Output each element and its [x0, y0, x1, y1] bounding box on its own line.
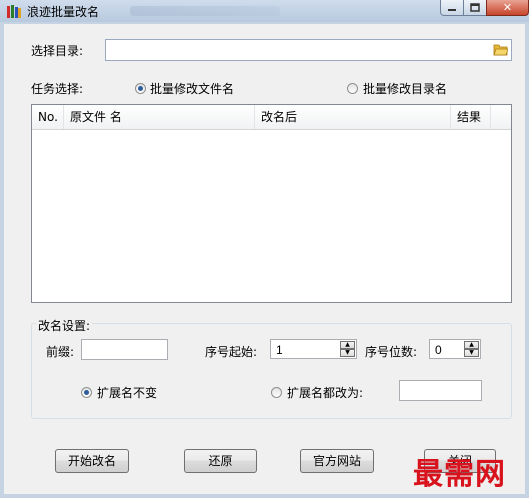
- spin-down-icon[interactable]: ▼: [464, 349, 479, 357]
- close-window-button[interactable]: ✕: [486, 0, 529, 16]
- settings-group: [31, 323, 512, 419]
- window-title: 浪迹批量改名: [27, 5, 100, 19]
- radio-rename-dirs-label[interactable]: 批量修改目录名: [363, 80, 447, 97]
- keep-extension-label[interactable]: 扩展名不变: [97, 384, 157, 401]
- column-original-name[interactable]: 原文件 名: [64, 105, 255, 129]
- column-no[interactable]: No.: [32, 105, 64, 129]
- spin-up-icon[interactable]: ▲: [464, 341, 479, 349]
- radio-rename-files[interactable]: [135, 83, 146, 94]
- spin-down-icon[interactable]: ▼: [340, 349, 355, 357]
- maximize-button[interactable]: [463, 0, 487, 16]
- title-bar-blur: [130, 6, 280, 16]
- prefix-label: 前缀:: [46, 345, 75, 359]
- column-new-name[interactable]: 改名后: [255, 105, 451, 129]
- file-list[interactable]: No. 原文件 名 改名后 结果: [31, 104, 512, 303]
- minimize-button[interactable]: [440, 0, 464, 16]
- website-button[interactable]: 官方网站: [300, 449, 374, 473]
- digits-input[interactable]: [433, 342, 465, 358]
- column-filler: [491, 105, 511, 129]
- directory-input[interactable]: [108, 42, 492, 60]
- close-icon: ✕: [502, 1, 513, 14]
- app-icon: [7, 5, 21, 18]
- restore-button[interactable]: 还原: [184, 449, 257, 473]
- list-header: No. 原文件 名 改名后 结果: [32, 105, 511, 130]
- watermark: 最需网: [413, 457, 506, 492]
- change-extension-label[interactable]: 扩展名都改为:: [287, 384, 363, 401]
- column-result[interactable]: 结果: [451, 105, 491, 129]
- task-label: 任务选择:: [31, 82, 84, 96]
- digits-label: 序号位数:: [365, 345, 418, 359]
- maximize-icon: [470, 3, 480, 12]
- digits-stepper[interactable]: ▲ ▼: [429, 339, 481, 359]
- folder-icon[interactable]: [493, 43, 508, 56]
- start-rename-button[interactable]: 开始改名: [55, 449, 129, 473]
- spin-up-icon[interactable]: ▲: [340, 341, 355, 349]
- start-number-stepper[interactable]: ▲ ▼: [270, 339, 357, 359]
- extension-field[interactable]: [399, 380, 482, 401]
- prefix-field[interactable]: [81, 339, 168, 360]
- start-number-input[interactable]: [274, 342, 333, 358]
- radio-rename-files-label[interactable]: 批量修改文件名: [150, 80, 234, 97]
- radio-change-extension[interactable]: [271, 387, 282, 398]
- directory-label: 选择目录:: [31, 44, 84, 58]
- minimize-icon: [448, 8, 456, 11]
- radio-rename-dirs[interactable]: [347, 83, 358, 94]
- radio-keep-extension[interactable]: [81, 387, 92, 398]
- start-number-label: 序号起始:: [205, 345, 258, 359]
- directory-field[interactable]: [105, 39, 512, 61]
- settings-group-label: 改名设置:: [36, 317, 93, 334]
